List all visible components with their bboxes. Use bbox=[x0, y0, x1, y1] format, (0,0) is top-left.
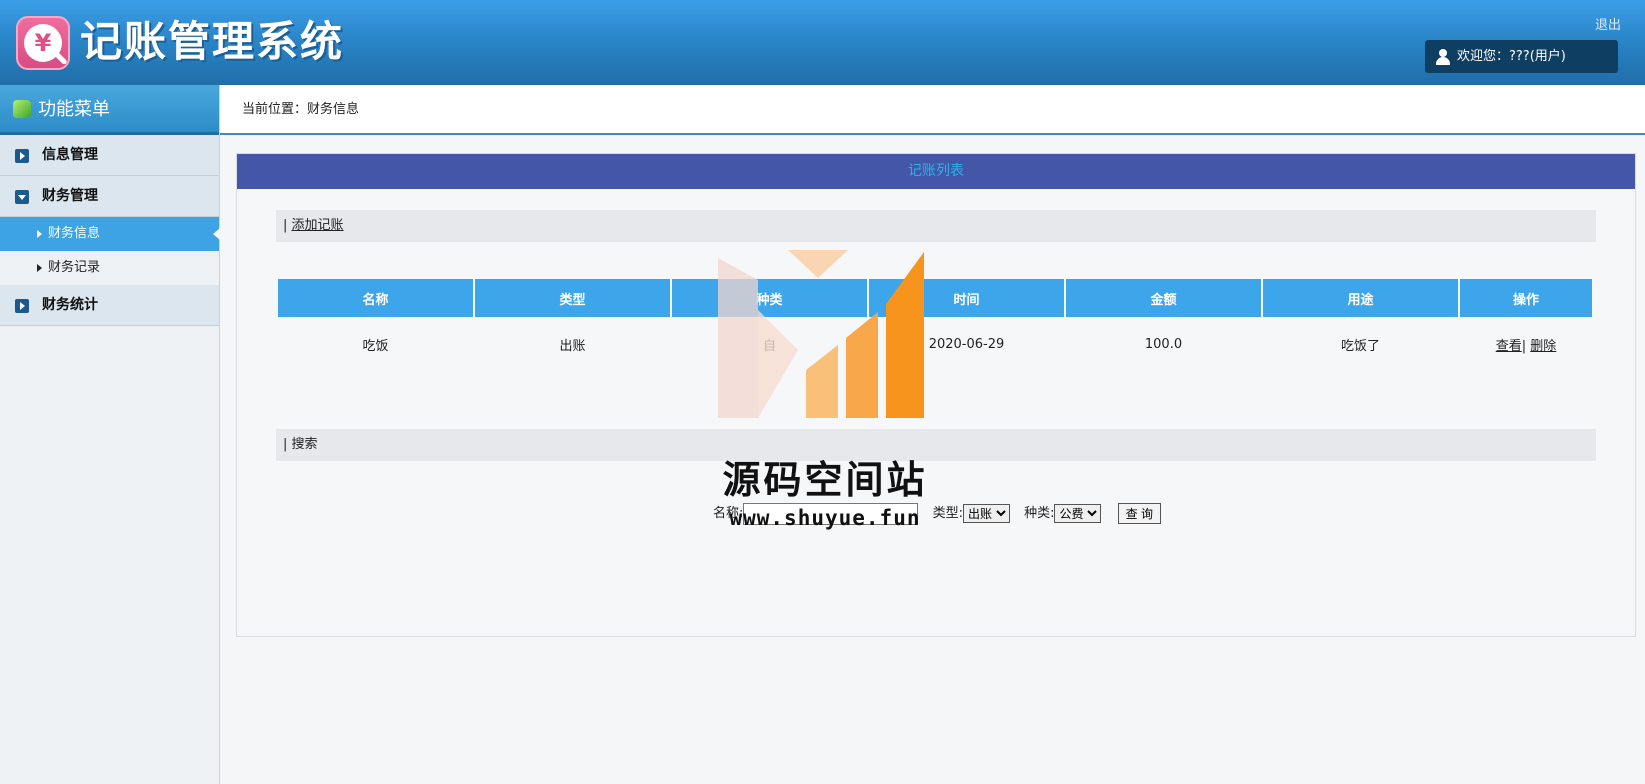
column-header: 名称 bbox=[278, 279, 473, 317]
add-bar-prefix: | bbox=[283, 218, 292, 233]
panel-title: 记账列表 bbox=[237, 154, 1635, 189]
app-title: 记账管理系统 bbox=[80, 17, 345, 66]
kind-label: 种类: bbox=[1024, 506, 1055, 521]
search-form: 名称: 类型: 出账 种类: 公费 查 询 bbox=[237, 502, 1637, 525]
expand-arrow-icon bbox=[15, 149, 29, 163]
yen-logo-icon: ¥ bbox=[16, 16, 70, 70]
view-link[interactable]: 查看 bbox=[1496, 339, 1522, 354]
sidebar: 功能菜单 信息管理 财务管理 财务信息 财务记录 财务统计 bbox=[0, 85, 220, 784]
column-header: 时间 bbox=[869, 279, 1064, 317]
collapse-arrow-icon bbox=[15, 190, 29, 204]
user-icon bbox=[1436, 49, 1450, 65]
logout-link[interactable]: 退出 bbox=[1595, 14, 1621, 33]
add-entry-link[interactable]: 添加记账 bbox=[292, 218, 344, 233]
sidebar-group-finance-statistics[interactable]: 财务统计 bbox=[0, 285, 219, 326]
sidebar-item-label: 财务记录 bbox=[48, 260, 101, 275]
sidebar-title: 功能菜单 bbox=[38, 99, 110, 120]
column-header: 操作 bbox=[1460, 279, 1592, 317]
add-bar: | 添加记账 bbox=[276, 210, 1596, 242]
table-row: 吃饭 出账 自 2020-06-29 100.0 吃饭了 查看| 删除 bbox=[278, 319, 1592, 369]
column-header: 金额 bbox=[1066, 279, 1261, 317]
ledger-panel: 记账列表 | 添加记账 名称 类型 种类 时间 金额 用途 操作 吃饭 出账 自… bbox=[236, 153, 1636, 637]
app-header: ¥ 记账管理系统 退出 欢迎您：???(用户) bbox=[0, 0, 1645, 85]
action-separator: | bbox=[1521, 338, 1527, 354]
cell-name: 吃饭 bbox=[362, 338, 389, 354]
sidebar-item-finance-info[interactable]: 财务信息 bbox=[0, 217, 220, 251]
search-bar-label: | 搜索 bbox=[276, 429, 1596, 461]
column-header: 类型 bbox=[475, 279, 670, 317]
sidebar-group-info-management[interactable]: 信息管理 bbox=[0, 135, 219, 176]
welcome-text: 欢迎您：???(用户) bbox=[1457, 49, 1566, 64]
breadcrumb: 当前位置：财务信息 bbox=[220, 85, 1645, 135]
sidebar-group-label: 财务统计 bbox=[42, 297, 98, 313]
cell-kind: 自 bbox=[762, 338, 776, 354]
expand-arrow-icon bbox=[15, 299, 29, 313]
kind-select[interactable]: 公费 bbox=[1054, 504, 1102, 523]
cell-actions: 查看| 删除 bbox=[1460, 319, 1592, 369]
sidebar-item-label: 财务信息 bbox=[48, 226, 101, 241]
sidebar-group-label: 信息管理 bbox=[42, 147, 98, 163]
sidebar-group-label: 财务管理 bbox=[42, 188, 98, 204]
table-header-row: 名称 类型 种类 时间 金额 用途 操作 bbox=[278, 279, 1592, 317]
cell-type: 出账 bbox=[559, 338, 586, 354]
name-label: 名称: bbox=[713, 506, 744, 521]
ledger-table: 名称 类型 种类 时间 金额 用途 操作 吃饭 出账 自 2020-06-29 … bbox=[276, 277, 1594, 371]
cell-amount: 100.0 bbox=[1144, 336, 1183, 352]
sidebar-item-finance-records[interactable]: 财务记录 bbox=[0, 251, 219, 285]
cell-purpose: 吃饭了 bbox=[1340, 338, 1380, 354]
type-select[interactable]: 出账 bbox=[962, 504, 1010, 523]
delete-link[interactable]: 删除 bbox=[1530, 339, 1556, 354]
column-header: 种类 bbox=[672, 279, 867, 317]
query-button[interactable]: 查 询 bbox=[1117, 503, 1161, 524]
sidebar-group-finance-management[interactable]: 财务管理 bbox=[0, 176, 219, 217]
sidebar-header: 功能菜单 bbox=[0, 85, 219, 135]
cell-time: 2020-06-29 bbox=[928, 336, 1005, 352]
name-search-input[interactable] bbox=[743, 502, 919, 525]
column-header: 用途 bbox=[1263, 279, 1458, 317]
welcome-badge: 欢迎您：???(用户) bbox=[1425, 40, 1618, 73]
green-cube-icon bbox=[13, 100, 31, 118]
type-label: 类型: bbox=[932, 506, 963, 521]
